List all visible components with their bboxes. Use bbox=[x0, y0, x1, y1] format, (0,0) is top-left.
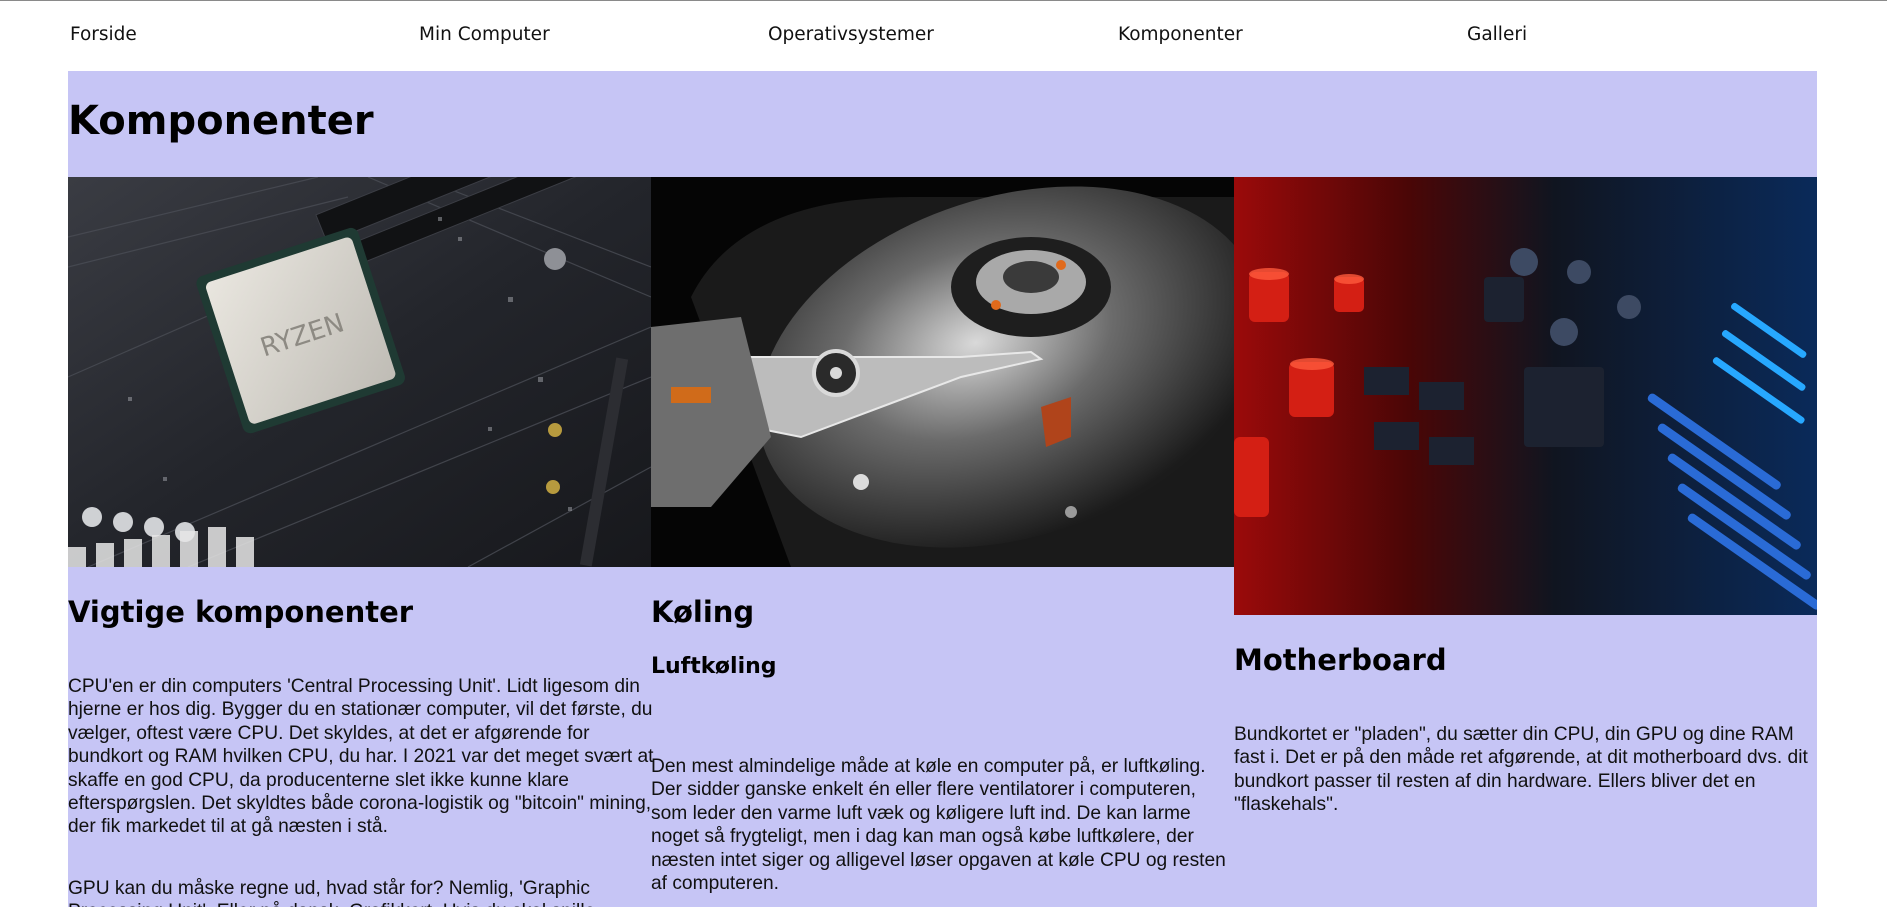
main-nav: Forside Min Computer Operativsystemer Ko… bbox=[70, 22, 1820, 52]
hard-drive-image bbox=[651, 177, 1234, 567]
section-heading-vigtige-komponenter: Vigtige komponenter bbox=[68, 595, 414, 629]
content-panel: Komponenter RYZEN Vigtige komponenter CP… bbox=[68, 71, 1817, 907]
nav-link-forside[interactable]: Forside bbox=[70, 24, 137, 45]
section-heading-motherboard: Motherboard bbox=[1234, 643, 1447, 677]
cpu-motherboard-image: RYZEN bbox=[68, 177, 651, 567]
paragraph-motherboard: Bundkortet er "pladen", du sætter din CP… bbox=[1234, 724, 1808, 816]
subheading-luftkoling: Luftkøling bbox=[651, 654, 777, 679]
column-motherboard: Motherboard Bundkortet er "pladen", du s… bbox=[1234, 177, 1817, 815]
nav-link-komponenter[interactable]: Komponenter bbox=[1118, 24, 1243, 45]
nav-link-min-computer[interactable]: Min Computer bbox=[419, 24, 550, 45]
nav-link-operativsystemer[interactable]: Operativsystemer bbox=[768, 24, 934, 45]
paragraph-gpu: GPU kan du måske regne ud, hvad står for… bbox=[68, 878, 595, 907]
top-border bbox=[0, 0, 1887, 1]
circuit-board-image bbox=[1234, 177, 1817, 615]
column-vigtige-komponenter: RYZEN Vigtige komponenter CPU'en er din … bbox=[68, 177, 654, 907]
section-heading-koling: Køling bbox=[651, 595, 755, 629]
paragraph-luftkoling: Den mest almindelige måde at køle en com… bbox=[651, 756, 1226, 895]
column-koling: Køling Luftkøling Den mest almindelige m… bbox=[651, 177, 1234, 894]
page-title: Komponenter bbox=[68, 98, 374, 144]
nav-link-galleri[interactable]: Galleri bbox=[1467, 24, 1527, 45]
paragraph-cpu: CPU'en er din computers 'Central Process… bbox=[68, 676, 654, 838]
